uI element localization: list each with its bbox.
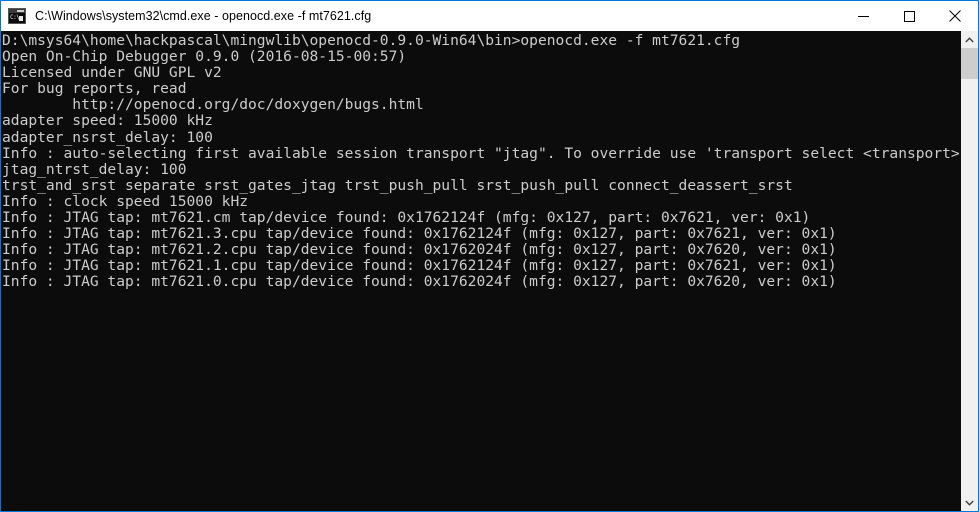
scroll-down-arrow[interactable] bbox=[961, 494, 978, 511]
console-line: Info : auto-selecting first available se… bbox=[2, 144, 961, 162]
console-line: Info : JTAG tap: mt7621.cm tap/device fo… bbox=[2, 209, 811, 227]
console-line: Open On-Chip Debugger 0.9.0 (2016-08-15-… bbox=[2, 48, 407, 66]
console-line: adapter_nsrst_delay: 100 bbox=[2, 128, 213, 146]
maximize-icon bbox=[903, 10, 915, 22]
minimize-button[interactable] bbox=[840, 1, 886, 31]
title-bar[interactable]: C:\ C:\Windows\system32\cmd.exe - openoc… bbox=[1, 1, 978, 31]
console-line: Licensed under GNU GPL v2 bbox=[2, 64, 222, 82]
console-line: jtag_ntrst_delay: 100 bbox=[2, 160, 187, 178]
console-line: trst_and_srst separate srst_gates_jtag t… bbox=[2, 176, 793, 194]
console-area: D:\msys64\home\hackpascal\mingwlib\openo… bbox=[1, 31, 978, 511]
scrollbar-thumb[interactable] bbox=[961, 48, 978, 79]
console-line: Info : JTAG tap: mt7621.0.cpu tap/device… bbox=[2, 273, 837, 291]
console-line: Info : JTAG tap: mt7621.2.cpu tap/device… bbox=[2, 241, 837, 259]
minimize-icon bbox=[857, 15, 869, 17]
scrollbar-track[interactable] bbox=[961, 48, 978, 494]
console-line: For bug reports, read bbox=[2, 80, 187, 98]
window-controls bbox=[840, 1, 978, 31]
close-button[interactable] bbox=[932, 1, 978, 31]
cmd-exe-icon: C:\ bbox=[8, 8, 26, 24]
console-output[interactable]: D:\msys64\home\hackpascal\mingwlib\openo… bbox=[1, 31, 961, 511]
maximize-button[interactable] bbox=[886, 1, 932, 31]
console-line: Info : clock speed 15000 kHz bbox=[2, 192, 249, 210]
console-line: D:\msys64\home\hackpascal\mingwlib\openo… bbox=[2, 32, 741, 49]
close-icon bbox=[949, 10, 961, 22]
title-bar-left: C:\ C:\Windows\system32\cmd.exe - openoc… bbox=[1, 1, 840, 31]
cmd-window: C:\ C:\Windows\system32\cmd.exe - openoc… bbox=[0, 0, 979, 512]
console-scrollbar[interactable] bbox=[961, 31, 978, 511]
cmd-icon-cursor bbox=[19, 16, 23, 21]
window-title: C:\Windows\system32\cmd.exe - openocd.ex… bbox=[35, 9, 372, 23]
console-line: Info : JTAG tap: mt7621.1.cpu tap/device… bbox=[2, 257, 837, 275]
cmd-icon-dots bbox=[17, 10, 24, 12]
console-line: Info : JTAG tap: mt7621.3.cpu tap/device… bbox=[2, 225, 837, 243]
console-line: adapter speed: 15000 kHz bbox=[2, 112, 213, 130]
chevron-up-icon bbox=[965, 36, 974, 42]
console-line: http://openocd.org/doc/doxygen/bugs.html bbox=[2, 96, 424, 114]
chevron-down-icon bbox=[965, 500, 974, 506]
scroll-up-arrow[interactable] bbox=[961, 31, 978, 48]
